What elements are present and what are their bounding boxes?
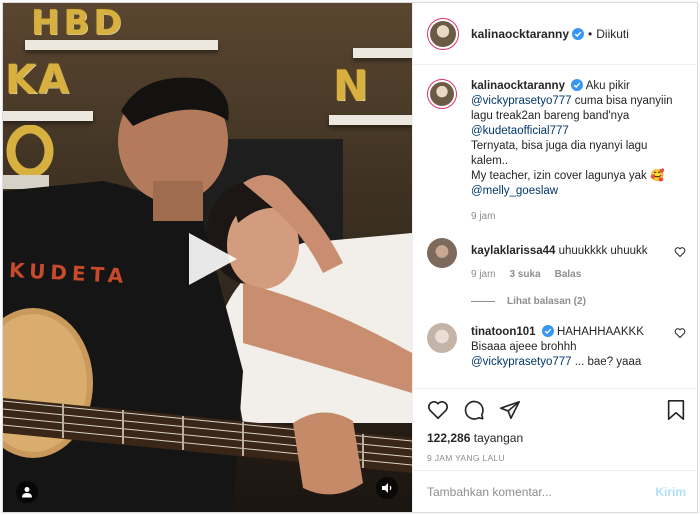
- comment-text: Bisaaa ajeee brohhh: [471, 341, 577, 353]
- audio-toggle-button[interactable]: [376, 477, 398, 499]
- mention-link[interactable]: @vickyprasetyo777: [471, 95, 572, 107]
- comment-item: kaylaklarissa44 uhuukkkk uhuukk 9 jam 3 …: [427, 238, 686, 282]
- view-replies-button[interactable]: Lihat balasan (2): [471, 296, 686, 307]
- like-heart-icon[interactable]: [427, 399, 449, 421]
- comment-time[interactable]: 9 jam: [471, 267, 495, 282]
- views-number: 122,286: [427, 431, 471, 445]
- add-comment-bar: Kirim: [413, 470, 697, 512]
- view-replies-label: Lihat balasan (2): [507, 296, 586, 307]
- views-label: tayangan: [473, 431, 524, 445]
- mention-link[interactable]: @vickyprasetyo777: [471, 356, 572, 368]
- caption-text: My teacher, izin cover lagunya yak 🥰: [471, 170, 665, 182]
- bookmark-icon[interactable]: [666, 399, 686, 421]
- separator-dot: •: [588, 26, 593, 41]
- avatar[interactable]: [427, 323, 457, 353]
- views-count[interactable]: 122,286 tayangan: [427, 431, 686, 445]
- guitar: [3, 308, 412, 495]
- avatar[interactable]: [427, 17, 459, 50]
- avatar[interactable]: [427, 238, 457, 268]
- verified-icon: [572, 27, 585, 40]
- post-header: kalinaocktaranny • Diikuti: [413, 3, 697, 65]
- verified-icon: [571, 79, 584, 91]
- post-actions: 122,286 tayangan 9 JAM YANG LALU: [413, 388, 697, 470]
- balloon-letters: HBD: [31, 3, 126, 43]
- post-comment-button[interactable]: Kirim: [655, 485, 686, 499]
- user-icon: [22, 487, 32, 498]
- caption-username[interactable]: kalinaocktaranny: [471, 80, 565, 92]
- share-icon[interactable]: [499, 399, 521, 421]
- speaker-icon: [382, 483, 392, 493]
- caption: kalinaocktaranny Aku pikir @vickyprasety…: [427, 79, 686, 224]
- divider: [471, 301, 495, 302]
- comment-item: tinatoon101 HAHAHHAAKKK Bisaaa ajeee bro…: [427, 323, 686, 370]
- heart-icon[interactable]: [674, 246, 686, 258]
- caption-text: Ternyata, bisa juga dia nyanyi lagu kale…: [471, 140, 648, 167]
- shelf: [329, 115, 412, 125]
- comment-username[interactable]: kaylaklarissa44: [471, 245, 555, 257]
- comment-username[interactable]: tinatoon101: [471, 326, 536, 338]
- comment-text: HAHAHHAAKKK: [556, 326, 644, 338]
- caption-text: Aku pikir: [585, 80, 630, 92]
- reply-button[interactable]: Balas: [555, 267, 582, 282]
- play-icon[interactable]: [183, 231, 239, 287]
- comment-text: ... bae? yaaa: [574, 356, 642, 368]
- heart-icon[interactable]: [674, 327, 686, 339]
- user-tag-button[interactable]: [16, 481, 38, 503]
- comment-icon[interactable]: [463, 399, 485, 421]
- header-username[interactable]: kalinaocktaranny: [471, 27, 569, 41]
- post-modal: HBD KA N KUDETA kalinaocktaranny • Diiku…: [2, 2, 698, 513]
- verified-icon: [541, 325, 554, 337]
- comment-likes[interactable]: 3 suka: [509, 267, 540, 282]
- comment-input[interactable]: [427, 484, 656, 499]
- mention-link[interactable]: @kudetaofficial777: [471, 125, 569, 137]
- comment-text: uhuukkkk uhuukk: [558, 245, 648, 257]
- comments-list[interactable]: kalinaocktaranny Aku pikir @vickyprasety…: [413, 65, 697, 388]
- video-player[interactable]: HBD KA N KUDETA: [3, 3, 412, 512]
- avatar[interactable]: [427, 79, 457, 109]
- follow-status-button[interactable]: Diikuti: [596, 27, 629, 41]
- post-side-panel: kalinaocktaranny • Diikuti kalinaocktara…: [412, 3, 697, 512]
- mention-link[interactable]: @melly_goeslaw: [471, 184, 686, 199]
- post-timestamp[interactable]: 9 JAM YANG LALU: [427, 453, 686, 463]
- balloon-letters: N: [333, 61, 369, 110]
- shelf: [353, 48, 412, 58]
- caption-time[interactable]: 9 jam: [471, 209, 495, 224]
